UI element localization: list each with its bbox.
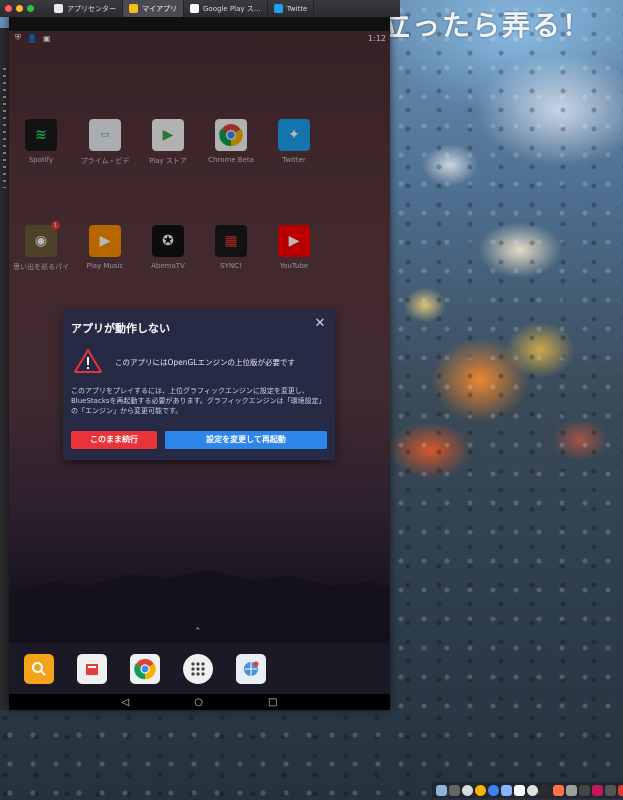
continue-button[interactable]: このまま続行 <box>71 431 157 449</box>
change-settings-restart-button[interactable]: 設定を変更して再起動 <box>165 431 327 449</box>
tab-app-center[interactable]: アプリセンター <box>48 0 123 17</box>
app-icon[interactable] <box>605 784 616 796</box>
maximize-window-button[interactable] <box>27 5 34 12</box>
chrome-dock-icon[interactable] <box>475 784 486 796</box>
dialog-title: アプリが動作しない <box>71 322 170 335</box>
minimize-window-button[interactable] <box>16 5 23 12</box>
tab-label: マイアプリ <box>142 4 177 13</box>
system-icon[interactable] <box>527 784 538 796</box>
my-apps-icon <box>129 4 138 13</box>
warning-icon <box>74 349 102 373</box>
app-store-icon[interactable] <box>501 784 512 796</box>
app-icon[interactable] <box>592 784 603 796</box>
dialog-body-text: このアプリをプレイするには、上位グラフィックエンジンに設定を変更し、BlueSt… <box>71 387 326 415</box>
close-icon[interactable]: ✕ <box>312 316 328 332</box>
tab-my-apps[interactable]: マイアプリ <box>123 0 184 17</box>
twitter-tab-icon <box>273 4 283 13</box>
warning-message: このアプリにはOpenGLエンジンの上位版が必要です <box>115 358 296 367</box>
google-play-tab-icon <box>190 4 199 13</box>
search-app-icon[interactable] <box>24 654 54 684</box>
filezilla-icon[interactable] <box>618 784 623 796</box>
tab-label: アプリセンター <box>67 4 116 13</box>
tab-twitter[interactable]: Twitte <box>268 0 315 17</box>
launchpad-icon[interactable] <box>449 784 460 796</box>
app-icon[interactable] <box>553 784 564 796</box>
terminal-icon[interactable] <box>540 784 551 796</box>
settings-icon[interactable] <box>514 784 525 796</box>
chrome-icon[interactable] <box>130 654 160 684</box>
app-center-icon <box>54 4 63 13</box>
home-icon[interactable]: ○ <box>194 697 203 708</box>
tab-label: Google Play ス… <box>203 4 261 13</box>
back-icon[interactable]: ◁ <box>122 697 130 708</box>
safari-icon[interactable] <box>462 784 473 796</box>
window-controls <box>0 5 48 12</box>
chevron-up-icon[interactable]: ⌃ <box>194 627 202 637</box>
browser-dock-icon[interactable] <box>488 784 499 796</box>
app-drawer-icon[interactable] <box>183 654 213 684</box>
close-window-button[interactable] <box>5 5 12 12</box>
mac-dock <box>432 782 623 798</box>
tab-google-play[interactable]: Google Play ス… <box>184 0 268 17</box>
app-not-working-dialog: アプリが動作しない ✕ このアプリにはOpenGLエンジンの上位版が必要です こ… <box>63 310 335 460</box>
tab-label: Twitte <box>286 4 308 13</box>
browser-icon[interactable] <box>236 654 266 684</box>
bluestacks-window: アプリセンター マイアプリ Google Play ス… Twitte ⛨ 👤 … <box>0 0 400 710</box>
android-navigation-bar: ◁ ○ □ <box>9 694 390 710</box>
app-icon[interactable] <box>579 784 590 796</box>
utility-icon[interactable] <box>566 784 577 796</box>
left-side-strip <box>0 28 9 710</box>
tab-bar: アプリセンター マイアプリ Google Play ス… Twitte <box>0 0 400 17</box>
folder-app-icon[interactable] <box>77 654 107 684</box>
recents-icon[interactable]: □ <box>268 697 277 708</box>
finder-icon[interactable] <box>436 784 447 796</box>
android-dock <box>9 643 390 694</box>
android-screen: ⛨ 👤 ▣ 1:12 ≋ Spotify ▭ プライム・ビデ ▶ Play スト… <box>9 31 390 694</box>
